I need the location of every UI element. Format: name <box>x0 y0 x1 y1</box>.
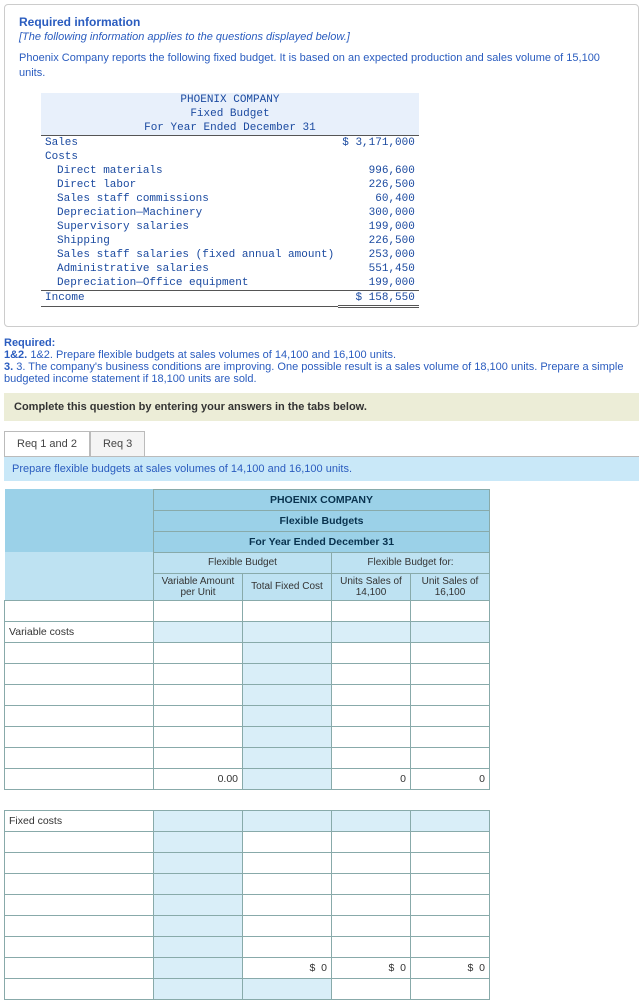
tab-strip: Req 1 and 2 Req 3 <box>4 431 639 456</box>
row-admin: Administrative salaries <box>41 262 338 276</box>
amt-depo: 199,000 <box>338 276 419 291</box>
tab-req-1-2[interactable]: Req 1 and 2 <box>4 431 90 456</box>
col-16100: Unit Sales of 16,100 <box>411 573 490 600</box>
budget-period: For Year Ended December 31 <box>41 121 419 136</box>
row-depm: Depreciation—Machinery <box>41 206 338 220</box>
amt-admin: 551,450 <box>338 262 419 276</box>
row-dl: Direct labor <box>41 178 338 192</box>
col-total-fixed: Total Fixed Cost <box>243 573 332 600</box>
row-sss: Sales staff salaries (fixed annual amoun… <box>41 248 338 262</box>
row-ship: Shipping <box>41 234 338 248</box>
scope-note: [The following information applies to th… <box>19 31 624 43</box>
requirements-block: Required: 1&2. 1&2. Prepare flexible bud… <box>4 337 639 385</box>
row-income: Income <box>41 290 338 306</box>
var-16100-cell: 0 <box>411 768 490 789</box>
col-group-flex-for: Flexible Budget for: <box>332 552 490 573</box>
amt-dm: 996,600 <box>338 164 419 178</box>
fixed-total-cell: $ 0 <box>243 957 332 978</box>
row-dm: Direct materials <box>41 164 338 178</box>
sheet-period: For Year Ended December 31 <box>154 531 490 552</box>
sheet-title: Flexible Budgets <box>154 510 490 531</box>
instruction-bar: Complete this question by entering your … <box>4 393 639 421</box>
amt-ssc: 60,400 <box>338 192 419 206</box>
col-14100: Units Sales of 14,100 <box>332 573 411 600</box>
col-group-flex-budget: Flexible Budget <box>154 552 332 573</box>
amt-sss: 253,000 <box>338 248 419 262</box>
fixed-budget-table: PHOENIX COMPANY Fixed Budget For Year En… <box>41 93 419 308</box>
req-line-1-2: 1&2. 1&2. Prepare flexible budgets at sa… <box>4 349 396 361</box>
row-costs: Costs <box>41 150 338 164</box>
var-14100-cell: 0 <box>332 768 411 789</box>
prompt-bar: Prepare flexible budgets at sales volume… <box>4 456 639 481</box>
req-line-3: 3. 3. The company's business conditions … <box>4 361 623 385</box>
row-depo: Depreciation—Office equipment <box>41 276 338 291</box>
amt-depm: 300,000 <box>338 206 419 220</box>
amt-ship: 226,500 <box>338 234 419 248</box>
budget-title: Fixed Budget <box>41 107 419 121</box>
required-info-panel: Required information [The following info… <box>4 4 639 327</box>
row-sales: Sales <box>41 135 338 150</box>
flexible-budget-sheet: PHOENIX COMPANY Flexible Budgets For Yea… <box>4 489 490 1000</box>
row-ssc: Sales staff commissions <box>41 192 338 206</box>
fixed-14100-cell: $ 0 <box>332 957 411 978</box>
sheet-company: PHOENIX COMPANY <box>154 489 490 510</box>
required-info-heading: Required information <box>19 15 624 29</box>
fixed-16100-cell: $ 0 <box>411 957 490 978</box>
intro-text: Phoenix Company reports the following fi… <box>19 51 624 81</box>
row-sup: Supervisory salaries <box>41 220 338 234</box>
amt-sales: $ 3,171,000 <box>338 135 419 150</box>
var-total-cell: 0.00 <box>154 768 243 789</box>
amt-dl: 226,500 <box>338 178 419 192</box>
input-label-cell[interactable] <box>5 600 154 621</box>
required-heading: Required: <box>4 337 55 349</box>
variable-costs-label: Variable costs <box>5 621 154 642</box>
tab-req-3[interactable]: Req 3 <box>90 431 145 456</box>
amt-sup: 199,000 <box>338 220 419 234</box>
col-var-per-unit: Variable Amount per Unit <box>154 573 243 600</box>
company-name: PHOENIX COMPANY <box>41 93 419 107</box>
amt-income: $ 158,550 <box>338 290 419 306</box>
